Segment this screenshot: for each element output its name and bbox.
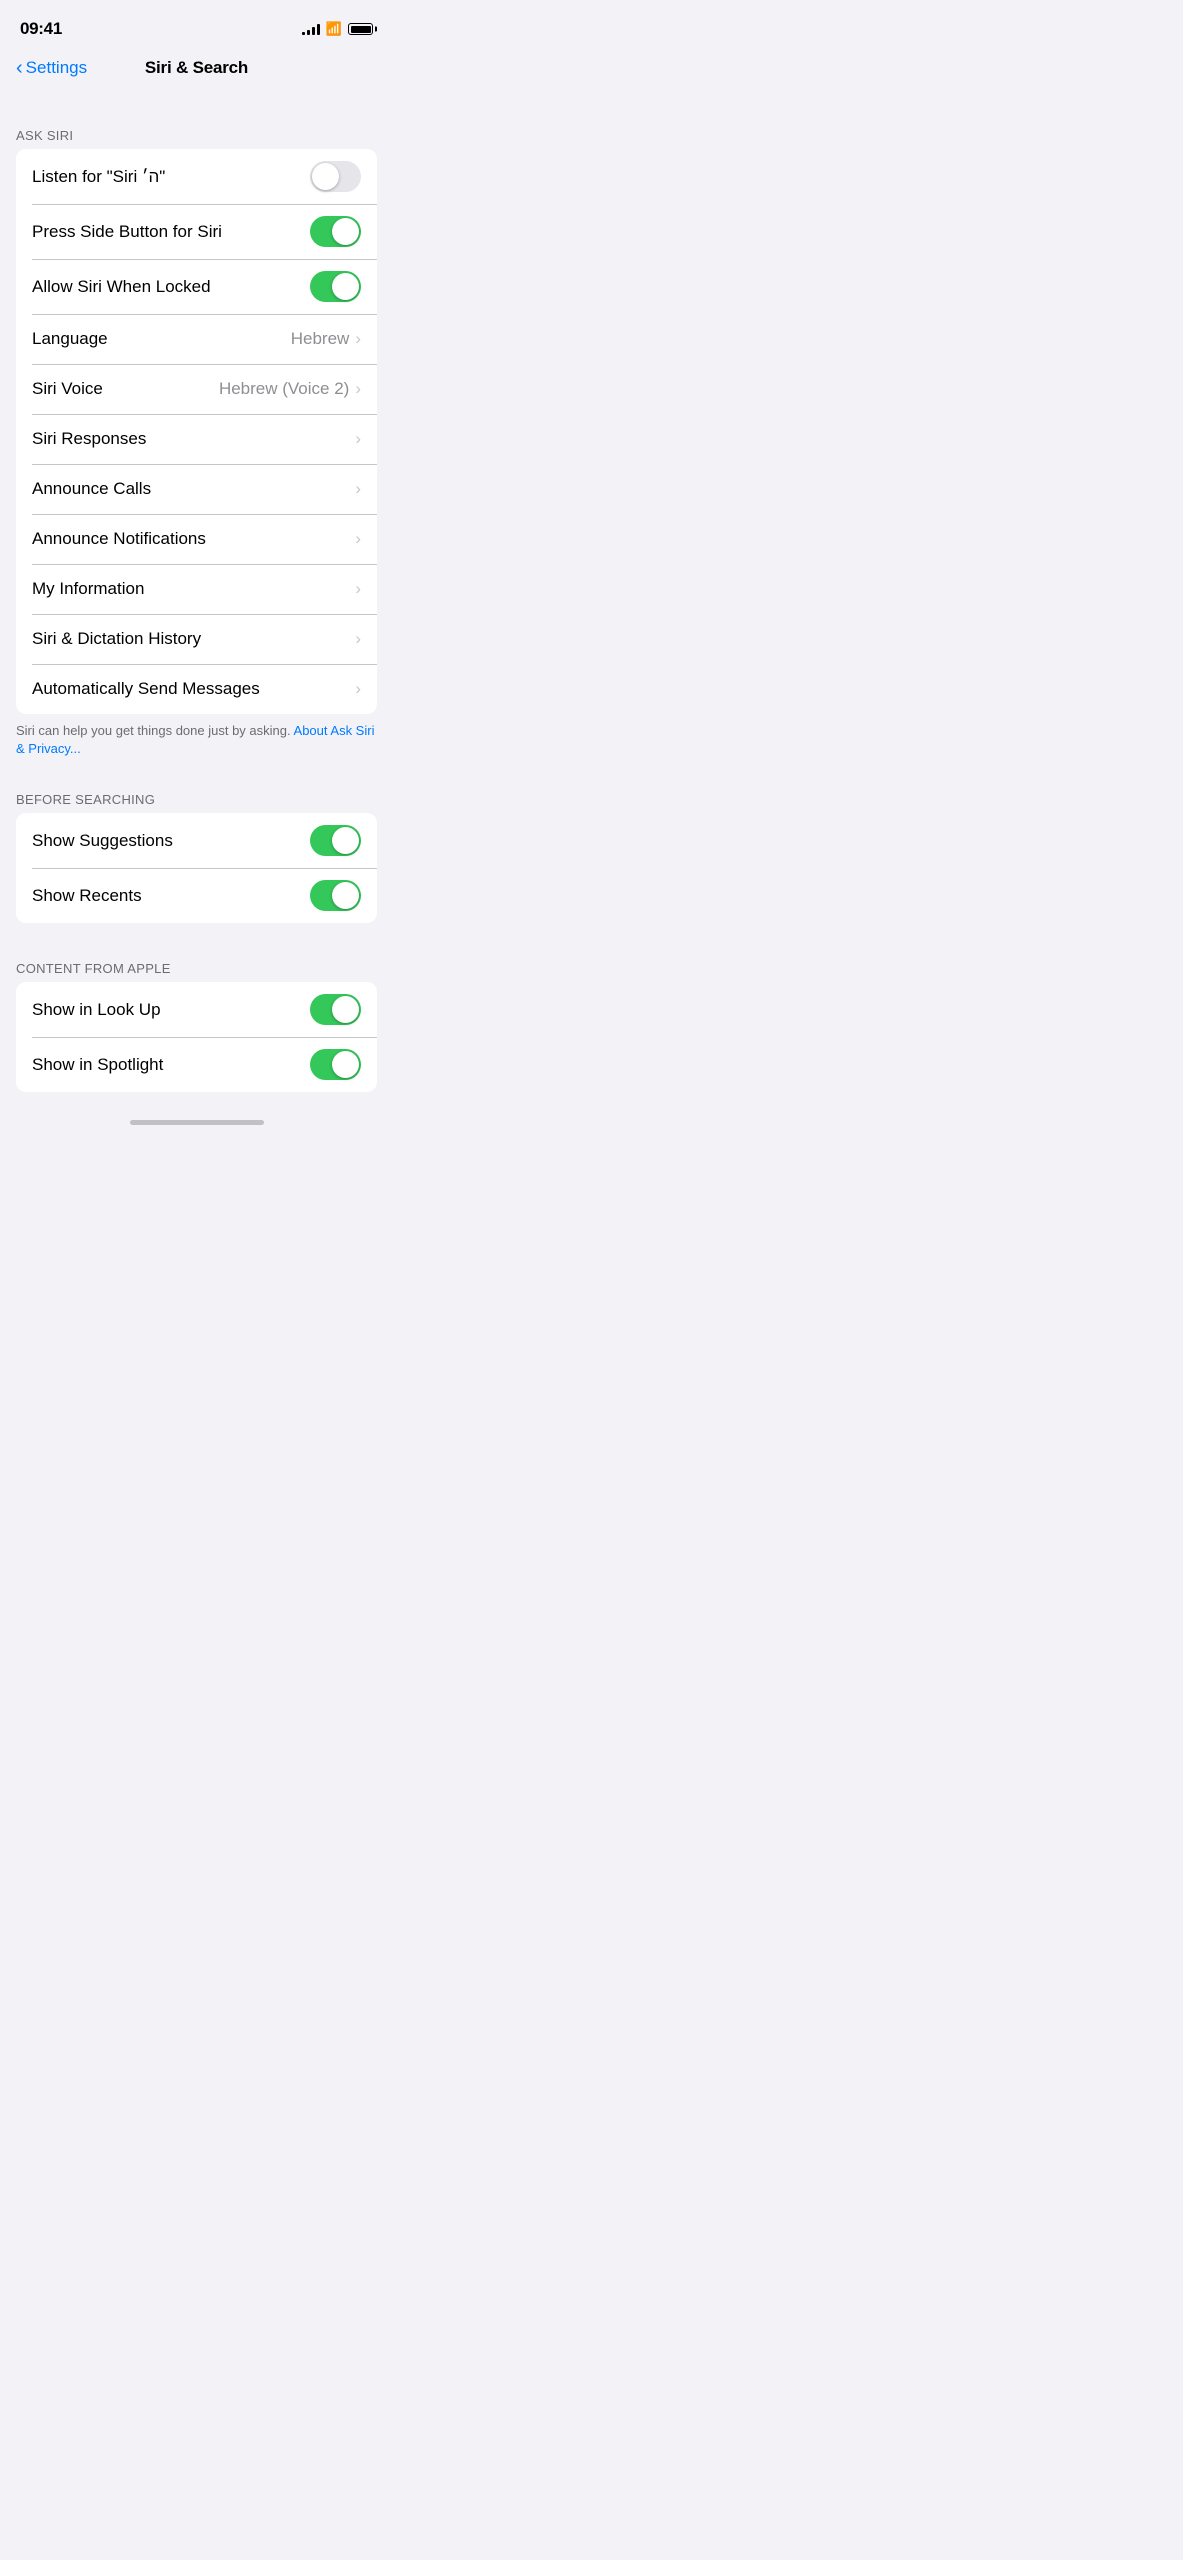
section-header-before-searching: BEFORE SEARCHING: [0, 774, 393, 813]
show-recents-row[interactable]: Show Recents: [16, 868, 377, 923]
toggle-knob: [332, 882, 359, 909]
siri-dictation-history-chevron-icon: ›: [355, 629, 361, 649]
allow-siri-locked-label: Allow Siri When Locked: [32, 277, 310, 297]
back-label: Settings: [26, 58, 87, 78]
announce-calls-chevron-icon: ›: [355, 479, 361, 499]
show-in-spotlight-toggle[interactable]: [310, 1049, 361, 1080]
siri-responses-row[interactable]: Siri Responses ›: [16, 414, 377, 464]
show-recents-toggle[interactable]: [310, 880, 361, 911]
before-searching-card: Show Suggestions Show Recents: [16, 813, 377, 923]
my-information-label: My Information: [32, 579, 355, 599]
status-time: 09:41: [20, 19, 62, 39]
listen-siri-label: Listen for "Siri ה׳": [32, 167, 310, 187]
battery-icon: [348, 23, 373, 35]
toggle-knob: [332, 273, 359, 300]
siri-voice-chevron-icon: ›: [355, 379, 361, 399]
back-button[interactable]: ‹ Settings: [16, 58, 87, 78]
home-indicator: [0, 1112, 393, 1131]
show-suggestions-toggle[interactable]: [310, 825, 361, 856]
siri-voice-label: Siri Voice: [32, 379, 219, 399]
home-bar: [130, 1120, 264, 1125]
show-suggestions-label: Show Suggestions: [32, 831, 310, 851]
siri-responses-chevron-icon: ›: [355, 429, 361, 449]
siri-dictation-history-label: Siri & Dictation History: [32, 629, 355, 649]
language-value: Hebrew: [291, 329, 350, 349]
announce-calls-label: Announce Calls: [32, 479, 355, 499]
allow-siri-locked-row[interactable]: Allow Siri When Locked: [16, 259, 377, 314]
auto-send-messages-label: Automatically Send Messages: [32, 679, 355, 699]
show-in-look-up-label: Show in Look Up: [32, 1000, 310, 1020]
ask-siri-footer: Siri can help you get things done just b…: [0, 714, 393, 774]
show-in-look-up-toggle[interactable]: [310, 994, 361, 1025]
listen-siri-toggle[interactable]: [310, 161, 361, 192]
toggle-knob: [332, 827, 359, 854]
back-chevron-icon: ‹: [16, 58, 23, 78]
allow-siri-locked-toggle[interactable]: [310, 271, 361, 302]
content-from-apple-card: Show in Look Up Show in Spotlight: [16, 982, 377, 1092]
show-in-look-up-row[interactable]: Show in Look Up: [16, 982, 377, 1037]
show-in-spotlight-row[interactable]: Show in Spotlight: [16, 1037, 377, 1092]
show-in-spotlight-label: Show in Spotlight: [32, 1055, 310, 1075]
wifi-icon: 📶: [326, 21, 342, 37]
siri-voice-row[interactable]: Siri Voice Hebrew (Voice 2) ›: [16, 364, 377, 414]
announce-notifications-row[interactable]: Announce Notifications ›: [16, 514, 377, 564]
status-bar: 09:41 📶: [0, 0, 393, 50]
show-recents-label: Show Recents: [32, 886, 310, 906]
toggle-knob: [332, 218, 359, 245]
section-header-content-from-apple: CONTENT FROM APPLE: [0, 943, 393, 982]
listen-siri-row[interactable]: Listen for "Siri ה׳": [16, 149, 377, 204]
toggle-knob: [332, 996, 359, 1023]
announce-calls-row[interactable]: Announce Calls ›: [16, 464, 377, 514]
show-suggestions-row[interactable]: Show Suggestions: [16, 813, 377, 868]
signal-icon: [302, 23, 320, 35]
language-chevron-icon: ›: [355, 329, 361, 349]
press-side-button-row[interactable]: Press Side Button for Siri: [16, 204, 377, 259]
press-side-button-toggle[interactable]: [310, 216, 361, 247]
siri-responses-label: Siri Responses: [32, 429, 355, 449]
announce-notifications-chevron-icon: ›: [355, 529, 361, 549]
page-title: Siri & Search: [145, 58, 248, 78]
my-information-row[interactable]: My Information ›: [16, 564, 377, 614]
nav-bar: ‹ Settings Siri & Search: [0, 50, 393, 90]
auto-send-messages-row[interactable]: Automatically Send Messages ›: [16, 664, 377, 714]
language-row[interactable]: Language Hebrew ›: [16, 314, 377, 364]
siri-dictation-history-row[interactable]: Siri & Dictation History ›: [16, 614, 377, 664]
ask-siri-footer-text: Siri can help you get things done just b…: [16, 723, 291, 738]
section-header-ask-siri: ASK SIRI: [0, 110, 393, 149]
press-side-button-label: Press Side Button for Siri: [32, 222, 310, 242]
my-information-chevron-icon: ›: [355, 579, 361, 599]
announce-notifications-label: Announce Notifications: [32, 529, 355, 549]
siri-voice-value: Hebrew (Voice 2): [219, 379, 349, 399]
ask-siri-card: Listen for "Siri ה׳" Press Side Button f…: [16, 149, 377, 714]
toggle-knob: [312, 163, 339, 190]
status-icons: 📶: [302, 21, 373, 37]
language-label: Language: [32, 329, 291, 349]
auto-send-messages-chevron-icon: ›: [355, 679, 361, 699]
toggle-knob: [332, 1051, 359, 1078]
